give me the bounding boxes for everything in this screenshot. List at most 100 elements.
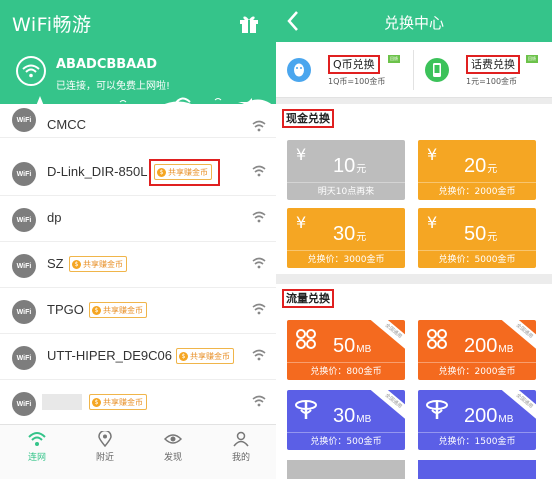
connected-wifi-icon (16, 56, 46, 86)
exchange-options: Q币兑换 回馈 1Q币=100金币 话费兑换 回馈 1元=100金币 (276, 42, 552, 98)
flow-card-unicom-200mb[interactable]: 全国通用 200MB 兑换价：2000金币 (418, 320, 536, 380)
cash-card-50[interactable]: ¥ 50元 兑换价：5000金币 (418, 208, 536, 268)
connected-ssid: ABADCBBAAD (56, 57, 158, 72)
nav-tab-nearby[interactable]: 附近 (80, 431, 130, 463)
china-unicom-icon (296, 329, 316, 349)
card-amount: 200 (464, 405, 498, 427)
card-unit: MB (498, 414, 514, 425)
wifi-row-tpgo[interactable]: WiFi TPGO $ 共享赚金币 (0, 288, 276, 334)
data-flow-section-header: 流量兑换 (276, 284, 552, 314)
share-earn-coins-tag[interactable]: $ 共享赚金币 (176, 348, 234, 364)
wifi-row-redacted[interactable]: WiFi $ 共享赚金币 (0, 380, 276, 426)
wifi-name: D-Link_DIR-850L (47, 164, 148, 179)
card-amount: 10 (333, 155, 356, 177)
card-price: 兑换价：2000金币 (438, 367, 516, 377)
coin-icon: $ (92, 305, 101, 315)
card-unit: 元 (487, 232, 498, 243)
share-earn-coins-tag[interactable]: $ 共享赚金币 (154, 164, 212, 180)
card-unit: MB (356, 344, 372, 355)
wifi-app-screen: WiFi畅游 ABADCBBAAD 已连接，可以免费上网啦! WiFi CMCC… (0, 0, 276, 479)
yen-icon: ¥ (427, 145, 438, 164)
signal-strength-icon (252, 349, 266, 361)
person-icon (233, 431, 249, 447)
coin-icon: $ (92, 397, 101, 407)
card-price: 兑换价：3000金币 (307, 255, 385, 265)
yen-icon: ¥ (427, 213, 438, 232)
card-unit: MB (498, 344, 514, 355)
share-earn-coins-tag[interactable]: $ 共享赚金币 (89, 394, 147, 410)
wifi-row-dp[interactable]: WiFi dp (0, 196, 276, 242)
wifi-row-cmcc[interactable]: WiFi CMCC (0, 104, 276, 138)
wifi-badge-icon: WiFi (12, 392, 36, 416)
card-price: 兑换价：1500金币 (438, 437, 516, 447)
qcoin-exchange-button[interactable]: Q币兑换 回馈 1Q币=100金币 (276, 42, 414, 98)
phone-credit-exchange-button[interactable]: 话费兑换 回馈 1元=100金币 (414, 42, 552, 98)
wifi-badge-icon: WiFi (12, 254, 36, 278)
card-amount: 30 (333, 405, 356, 427)
connection-status: 已连接，可以免费上网啦! (56, 81, 171, 92)
coin-icon: $ (157, 167, 166, 177)
section-title: 流量兑换 (282, 289, 334, 308)
cash-card-10[interactable]: ¥ 10元 明天10点再来 (287, 140, 405, 200)
bottom-navigation: 连网 附近 发现 我的 (0, 424, 276, 479)
reward-tag: 回馈 (388, 55, 400, 63)
card-amount: 200 (464, 335, 498, 357)
flow-card-telecom-200mb[interactable]: 全国通用 200MB 兑换价：1500金币 (418, 390, 536, 450)
wifi-name: dp (47, 210, 62, 225)
reward-tag: 回馈 (526, 55, 538, 63)
yen-icon: ¥ (296, 145, 307, 164)
nav-tab-discover[interactable]: 发现 (148, 431, 198, 463)
card-amount: 20 (464, 155, 487, 177)
nav-tab-me[interactable]: 我的 (216, 431, 266, 463)
cash-card-20[interactable]: ¥ 20元 兑换价：2000金币 (418, 140, 536, 200)
page-title: 兑换中心 (383, 14, 444, 32)
cash-card-30[interactable]: ¥ 30元 兑换价：3000金币 (287, 208, 405, 268)
wifi-row-dlink[interactable]: WiFi D-Link_DIR-850L $ 共享赚金币 (0, 150, 276, 196)
card-unit: MB (356, 414, 372, 425)
wifi-name: TPGO (47, 302, 84, 317)
gift-icon[interactable] (238, 12, 260, 34)
china-telecom-icon (295, 400, 317, 419)
wifi-row-utt-hiper[interactable]: WiFi UTT-HIPER_DE9C06 $ 共享赚金币 (0, 334, 276, 380)
wifi-badge-icon: WiFi (12, 300, 36, 324)
flow-card-telecom-30mb[interactable]: 全国通用 30MB 兑换价：500金币 (287, 390, 405, 450)
phone-credit-rate: 1元=100金币 (466, 77, 518, 86)
qcoin-exchange-title: Q币兑换 (328, 55, 380, 74)
partial-card-cutoff (287, 460, 405, 479)
wifi-name: UTT-HIPER_DE9C06 (47, 348, 172, 363)
share-earn-coins-tag[interactable]: $ 共享赚金币 (89, 302, 147, 318)
card-amount: 30 (333, 223, 356, 245)
share-earn-coins-tag[interactable]: $ 共享赚金币 (69, 256, 127, 272)
yen-icon: ¥ (296, 213, 307, 232)
location-pin-icon (98, 431, 112, 447)
data-flow-card-grid: 全国通用 50MB 兑换价：800金币 全国通用 200MB 兑换价：2000金… (276, 314, 552, 479)
wifi-badge-icon: WiFi (12, 346, 36, 370)
nationwide-tag: 全国通用 (369, 320, 405, 353)
wifi-badge-icon: WiFi (12, 208, 36, 232)
wifi-row-sz[interactable]: WiFi SZ $ 共享赚金币 (0, 242, 276, 288)
card-price: 兑换价：800金币 (310, 367, 382, 377)
china-unicom-icon (427, 329, 447, 349)
card-unit: 元 (356, 164, 367, 175)
coin-icon: $ (179, 351, 188, 361)
nationwide-tag: 全国通用 (369, 390, 405, 423)
nav-tab-connect[interactable]: 连网 (12, 431, 62, 463)
wifi-name: SZ (47, 256, 64, 271)
connection-header: WiFi畅游 ABADCBBAAD 已连接，可以免费上网啦! (0, 0, 276, 122)
signal-strength-icon (252, 303, 266, 315)
phone-icon (425, 58, 449, 82)
card-amount: 50 (333, 335, 356, 357)
signal-strength-icon (252, 257, 266, 269)
qq-penguin-icon (287, 58, 311, 82)
partial-card-cutoff (418, 460, 536, 479)
flow-card-unicom-50mb[interactable]: 全国通用 50MB 兑换价：800金币 (287, 320, 405, 380)
china-telecom-icon (426, 400, 448, 419)
card-price: 兑换价：2000金币 (438, 187, 516, 197)
card-amount: 50 (464, 223, 487, 245)
cash-card-grid: ¥ 10元 明天10点再来 ¥ 20元 兑换价：2000金币 ¥ 30元 兑换价… (276, 134, 552, 274)
card-price: 兑换价：500金币 (310, 437, 382, 447)
qcoin-rate: 1Q币=100金币 (328, 77, 386, 86)
exchange-center-screen: 兑换中心 Q币兑换 回馈 1Q币=100金币 话费兑换 回馈 1元=100金币 … (276, 0, 552, 479)
section-title: 现金兑换 (282, 109, 334, 128)
app-title: WiFi畅游 (12, 14, 92, 36)
